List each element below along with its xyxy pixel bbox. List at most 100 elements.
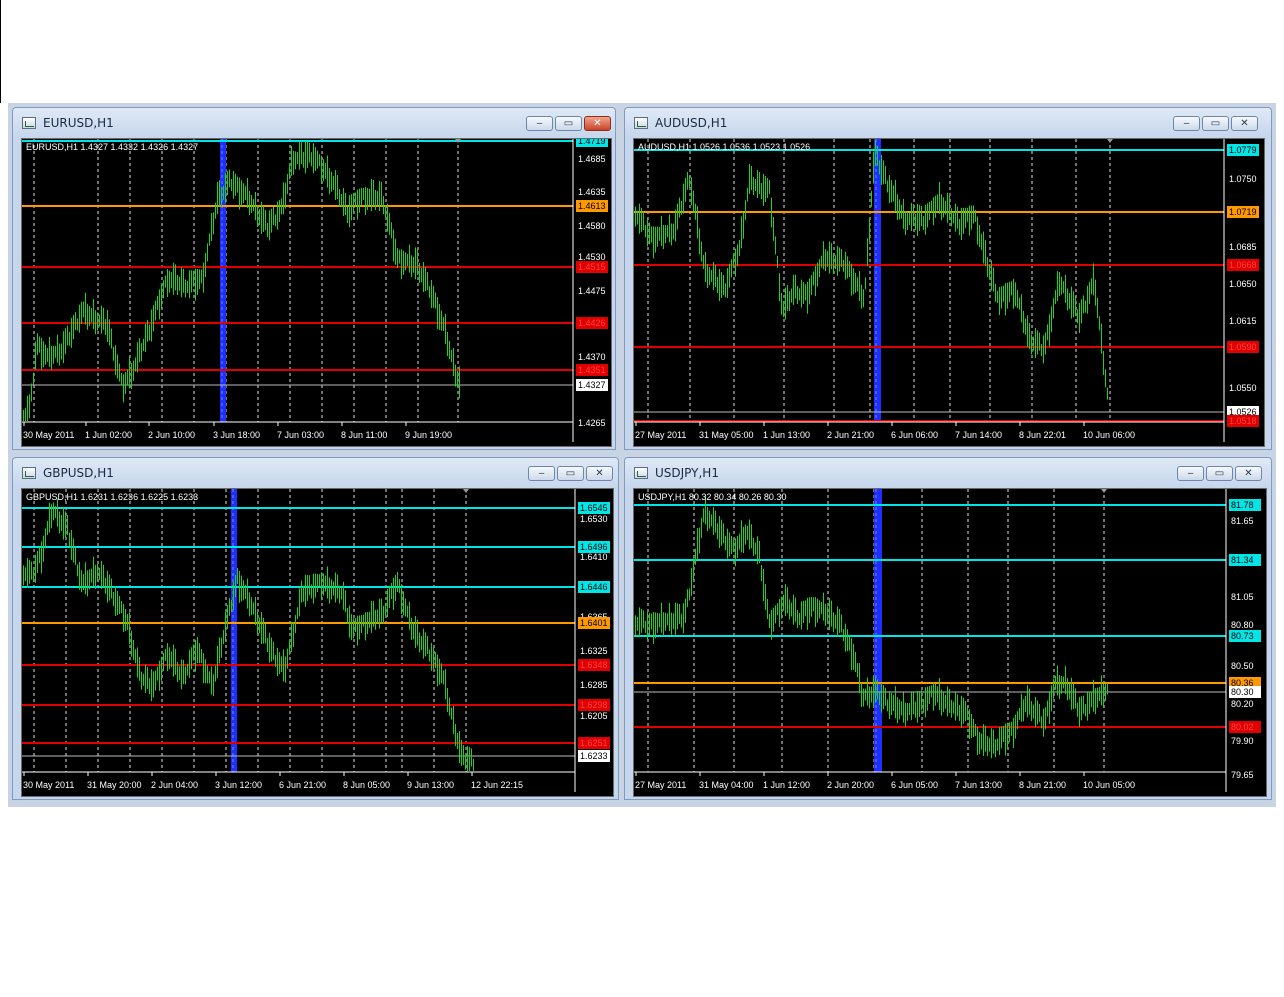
y-tick-label: 1.6285 — [580, 680, 608, 690]
y-tick-label: 1.0550 — [1229, 383, 1257, 393]
highlight-band — [231, 489, 237, 772]
chart-window-eurusd[interactable]: EURUSD,H1 ‒ ▭ ✕ 1.4685 1.4635 1.4580 1.4530… — [12, 107, 616, 450]
window-edge — [0, 0, 1, 103]
y-tick-label: 1.6530 — [580, 514, 608, 524]
price-chart[interactable]: 1.0750 1.0685 1.0650 1.0615 1.0550 1.0779 1.07… — [633, 138, 1265, 447]
x-tick-label: 6 Jun 06:00 — [891, 430, 938, 440]
x-tick-label: 31 May 20:00 — [87, 780, 142, 790]
chart-window-icon — [634, 117, 648, 129]
candlestick-chart-canvas[interactable]: 1.65301.64101.63651.63251.62851.62051.65… — [22, 489, 613, 796]
chart-window-gbpusd[interactable]: GBPUSD,H1 ‒ ▭ ✕ 1.65301.64101.63651.6325… — [12, 457, 619, 800]
x-tick-label: 27 May 2011 — [635, 430, 686, 440]
close-button[interactable]: ✕ — [1235, 466, 1262, 481]
chart-window-icon — [22, 117, 36, 129]
ohlc-header: EURUSD,H1 1.4327 1.4332 1.4326 1.4327 — [26, 142, 198, 152]
y-tick-label: 1.4475 — [578, 286, 606, 296]
y-tick-label: 1.4685 — [578, 154, 606, 164]
minimize-button[interactable]: ‒ — [526, 116, 553, 131]
x-tick-label: 7 Jun 13:00 — [955, 780, 1002, 790]
level-price-label: 1.6545 — [580, 503, 608, 513]
x-tick-label: 1 Jun 02:00 — [85, 430, 132, 440]
y-tick-label: 1.6325 — [580, 646, 608, 656]
level-price-label: 1.0719 — [1229, 207, 1257, 217]
x-tick-label: 2 Jun 04:00 — [151, 780, 198, 790]
x-tick-label: 27 May 2011 — [635, 780, 686, 790]
y-tick-label: 81.65 — [1231, 516, 1254, 526]
y-tick-label: 79.90 — [1231, 736, 1254, 746]
x-tick-label: 2 Jun 21:00 — [827, 430, 874, 440]
minimize-button[interactable]: ‒ — [1177, 466, 1204, 481]
highlight-band — [874, 489, 882, 772]
level-price-label: 1.6496 — [580, 542, 608, 552]
x-tick-label: 10 Jun 05:00 — [1083, 780, 1135, 790]
title-bar[interactable]: GBPUSD,H1 ‒ ▭ ✕ — [13, 458, 618, 486]
chart-window-usdjpy[interactable]: USDJPY,H1 ‒ ▭ ✕ 81.65 81.05 80.80 80.50 80.2… — [624, 457, 1272, 800]
y-tick-label: 1.6205 — [580, 711, 608, 721]
maximize-button[interactable]: ▭ — [1206, 466, 1233, 481]
level-price-label: 1.4351 — [578, 365, 606, 375]
x-tick-label: 2 Jun 20:00 — [827, 780, 874, 790]
candlestick-chart-canvas[interactable]: 1.4685 1.4635 1.4580 1.4530 1.4475 1.4370 1.42… — [22, 139, 611, 446]
window-title: EURUSD,H1 — [43, 116, 114, 130]
chart-shift-marker[interactable] — [1101, 489, 1107, 493]
close-button[interactable]: ✕ — [584, 116, 611, 131]
candlestick-chart-canvas[interactable]: 1.0750 1.0685 1.0650 1.0615 1.0550 1.0779 1.07… — [634, 139, 1264, 446]
level-price-label: 1.0518 — [1229, 416, 1257, 426]
y-tick-label: 80.50 — [1231, 661, 1254, 671]
chart-window-icon — [22, 467, 36, 479]
y-tick-label: 1.0685 — [1229, 242, 1257, 252]
window-title: USDJPY,H1 — [655, 466, 719, 480]
level-price-label: 1.6298 — [580, 700, 608, 710]
y-tick-label: 1.4580 — [578, 221, 606, 231]
price-chart[interactable]: 1.65301.64101.63651.63251.62851.62051.65… — [21, 488, 614, 797]
x-tick-label: 1 Jun 13:00 — [763, 430, 810, 440]
x-tick-label: 9 Jun 19:00 — [405, 430, 452, 440]
x-tick-label: 2 Jun 10:00 — [148, 430, 195, 440]
window-title: GBPUSD,H1 — [43, 466, 114, 480]
y-tick-label: 79.65 — [1231, 770, 1254, 780]
close-button[interactable]: ✕ — [586, 466, 613, 481]
close-button[interactable]: ✕ — [1231, 116, 1258, 131]
y-tick-label: 1.4370 — [578, 352, 606, 362]
candlestick-chart-canvas[interactable]: 81.65 81.05 80.80 80.50 80.20 79.90 79.65 81.78… — [634, 489, 1266, 796]
x-tick-label: 3 Jun 18:00 — [213, 430, 260, 440]
y-tick-label: 1.4530 — [578, 252, 606, 262]
maximize-button[interactable]: ▭ — [557, 466, 584, 481]
level-price-label: 1.0590 — [1229, 342, 1257, 352]
x-tick-label: 6 Jun 21:00 — [279, 780, 326, 790]
x-tick-label: 3 Jun 12:00 — [215, 780, 262, 790]
y-tick-label: 1.4265 — [578, 418, 606, 428]
x-tick-label: 30 May 2011 — [23, 780, 74, 790]
price-chart[interactable]: 1.4685 1.4635 1.4580 1.4530 1.4475 1.4370 1.42… — [21, 138, 612, 447]
price-chart[interactable]: 81.65 81.05 80.80 80.50 80.20 79.90 79.65 81.78… — [633, 488, 1267, 797]
x-tick-label: 31 May 05:00 — [699, 430, 754, 440]
chart-window-audusd[interactable]: AUDUSD,H1 ‒ ▭ ✕ 1.0750 1.0685 1.0650 1.0615… — [624, 107, 1272, 450]
y-tick-label: 1.4635 — [578, 187, 606, 197]
x-tick-label: 8 Jun 21:00 — [1019, 780, 1066, 790]
level-price-label: 1.6446 — [580, 582, 608, 592]
x-tick-label: 1 Jun 12:00 — [763, 780, 810, 790]
chart-shift-marker[interactable] — [463, 489, 469, 493]
level-price-label: 1.6401 — [580, 618, 608, 628]
title-bar[interactable]: USDJPY,H1 ‒ ▭ ✕ — [625, 458, 1271, 486]
x-tick-label: 9 Jun 13:00 — [407, 780, 454, 790]
x-tick-label: 7 Jun 14:00 — [955, 430, 1002, 440]
minimize-button[interactable]: ‒ — [528, 466, 555, 481]
x-tick-label: 10 Jun 06:00 — [1083, 430, 1135, 440]
ohlc-header: AUDUSD,H1 1.0526 1.0536 1.0523 1.0526 — [638, 142, 810, 152]
level-price-label: 1.6251 — [580, 738, 608, 748]
y-tick-label: 81.05 — [1231, 592, 1254, 602]
title-bar[interactable]: AUDUSD,H1 ‒ ▭ ✕ — [625, 108, 1271, 136]
maximize-button[interactable]: ▭ — [1202, 116, 1229, 131]
chart-shift-marker[interactable] — [1107, 139, 1113, 143]
title-bar[interactable]: EURUSD,H1 ‒ ▭ ✕ — [13, 108, 615, 136]
level-price-label: 81.78 — [1231, 500, 1254, 510]
level-price-label: 80.30 — [1231, 687, 1254, 697]
ohlc-header: GBPUSD,H1 1.6231 1.6236 1.6225 1.6233 — [26, 492, 198, 502]
y-tick-label: 1.0615 — [1229, 316, 1257, 326]
x-tick-label: 8 Jun 22:01 — [1019, 430, 1066, 440]
x-tick-label: 8 Jun 05:00 — [343, 780, 390, 790]
minimize-button[interactable]: ‒ — [1173, 116, 1200, 131]
maximize-button[interactable]: ▭ — [555, 116, 582, 131]
ohlc-header: USDJPY,H1 80.32 80.34 80.26 80.30 — [638, 492, 786, 502]
